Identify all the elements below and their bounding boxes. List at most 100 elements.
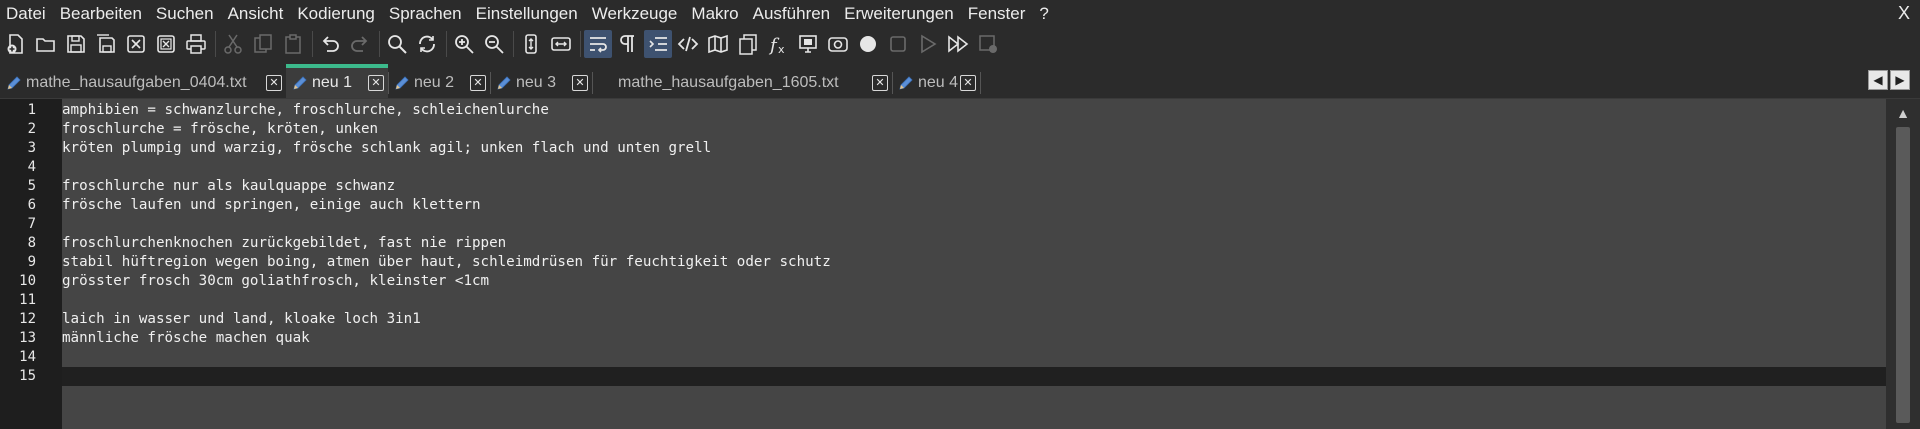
editor-line: froschlurchenknochen zurückgebildet, fas…: [62, 235, 507, 251]
word-wrap-button[interactable]: [584, 30, 612, 58]
new-file-button[interactable]: [2, 30, 30, 58]
tab-label: neu 3: [516, 74, 557, 91]
editor-line: frösche laufen und springen, einige auch…: [62, 197, 481, 213]
open-file-button[interactable]: [32, 30, 60, 58]
redo-button[interactable]: [346, 30, 374, 58]
undo-button[interactable]: [316, 30, 344, 58]
line-number: 6: [27, 197, 36, 213]
line-number: 10: [19, 273, 36, 289]
record-macro-icon: [860, 36, 876, 52]
save-icon: [67, 35, 85, 53]
undo-icon: [322, 36, 339, 52]
save-button[interactable]: [62, 30, 90, 58]
editor: 1 2 3 4 5 6 7 8 9 10 11 12 13 14 15 amphibien = schwan…: [0, 99, 1920, 429]
eye-button[interactable]: [824, 30, 852, 58]
close-button[interactable]: [122, 30, 150, 58]
menu-datei[interactable]: Datei: [0, 0, 53, 27]
word-wrap-icon: [590, 37, 607, 53]
current-line-highlight: [62, 367, 1886, 386]
open-file-icon: [36, 38, 55, 52]
find-button[interactable]: [383, 30, 411, 58]
run-macro-multiple-button[interactable]: [944, 30, 972, 58]
replace-icon: [419, 35, 435, 53]
tab-neu-3[interactable]: neu 3 ✕: [490, 68, 592, 98]
menu-help[interactable]: ?: [1032, 0, 1055, 27]
tab-label: neu 2: [414, 74, 455, 91]
toolbar-separator: [215, 31, 216, 57]
menu-werkzeuge[interactable]: Werkzeuge: [585, 0, 685, 27]
sync-horizontal-button[interactable]: [547, 30, 575, 58]
replace-button[interactable]: [413, 30, 441, 58]
editor-line: grösster frosch 30cm goliathfrosch, klei…: [62, 273, 490, 289]
tab-scroll-left-button[interactable]: ◀: [1868, 70, 1888, 90]
paste-icon: [285, 34, 301, 54]
pencil-icon: [7, 76, 21, 90]
tab-neu-2[interactable]: neu 2 ✕: [388, 68, 490, 98]
tab-close-icon[interactable]: ✕: [960, 75, 976, 91]
record-macro-button[interactable]: [854, 30, 882, 58]
tab-close-icon[interactable]: ✕: [266, 75, 282, 91]
indent-guide-button[interactable]: [644, 30, 672, 58]
window-close-button[interactable]: X: [1898, 0, 1910, 27]
tab-mathe-hausaufgaben-0404-txt[interactable]: mathe_hausaufgaben_0404.txt ✕: [0, 68, 286, 98]
scroll-thumb[interactable]: [1896, 127, 1910, 423]
function-list-button[interactable]: fx: [764, 30, 792, 58]
menu-ausführen[interactable]: Ausführen: [746, 0, 838, 27]
save-macro-button[interactable]: [974, 30, 1002, 58]
line-number: 4: [27, 159, 36, 175]
line-number: 1: [27, 102, 36, 118]
document-list-button[interactable]: [734, 30, 762, 58]
sync-vertical-button[interactable]: [517, 30, 545, 58]
pencil-icon: [293, 76, 307, 90]
menu-fenster[interactable]: Fenster: [961, 0, 1033, 27]
tab-close-icon[interactable]: ✕: [368, 75, 384, 91]
save-all-button[interactable]: [92, 30, 120, 58]
xml-tags-button[interactable]: [674, 30, 702, 58]
line-number: 13: [19, 330, 36, 346]
stop-recording-button[interactable]: [884, 30, 912, 58]
paste-button[interactable]: [279, 30, 307, 58]
menu-sprachen[interactable]: Sprachen: [382, 0, 469, 27]
cut-button[interactable]: [219, 30, 247, 58]
menu-erweiterungen[interactable]: Erweiterungen: [837, 0, 961, 27]
menu-einstellungen[interactable]: Einstellungen: [469, 0, 585, 27]
toolbar-separator: [446, 31, 447, 57]
line-number: 15: [19, 368, 36, 384]
zoom-in-button[interactable]: [450, 30, 478, 58]
menu-kodierung[interactable]: Kodierung: [290, 0, 382, 27]
play-macro-button[interactable]: [914, 30, 942, 58]
tab-close-icon[interactable]: ✕: [572, 75, 588, 91]
editor-line: amphibien = schwanzlurche, froschlurche,…: [62, 102, 549, 118]
editor-line: stabil hüftregion wegen boing, atmen übe…: [62, 254, 831, 270]
menu-makro[interactable]: Makro: [684, 0, 745, 27]
tab-neu-1[interactable]: neu 1 ✕: [286, 64, 388, 98]
scroll-up-arrow[interactable]: ▲: [1893, 103, 1913, 123]
tab-mathe-hausaufgaben-1605-txt[interactable]: mathe_hausaufgaben_1605.txt ✕: [592, 68, 892, 98]
zoom-out-icon: [485, 35, 504, 54]
save-macro-icon: [979, 35, 997, 53]
save-all-icon: [97, 34, 115, 53]
monitoring-button[interactable]: [794, 30, 822, 58]
tab-neu-4[interactable]: neu 4 ✕: [892, 68, 980, 98]
zoom-out-button[interactable]: [480, 30, 508, 58]
toolbar-separator: [312, 31, 313, 57]
zoom-in-icon: [455, 35, 474, 54]
text-area[interactable]: amphibien = schwanzlurche, froschlurche,…: [62, 99, 1886, 429]
svg-text:x: x: [778, 43, 785, 55]
menu-bearbeiten[interactable]: Bearbeiten: [53, 0, 149, 27]
tab-close-icon[interactable]: ✕: [872, 75, 888, 91]
close-all-button[interactable]: [152, 30, 180, 58]
line-number: 3: [27, 140, 36, 156]
menu-suchen[interactable]: Suchen: [149, 0, 221, 27]
vertical-scrollbar[interactable]: ▲: [1886, 99, 1920, 429]
print-button[interactable]: [182, 30, 210, 58]
tab-close-icon[interactable]: ✕: [470, 75, 486, 91]
line-number: 7: [27, 216, 36, 232]
tab-scroll-right-button[interactable]: ▶: [1890, 70, 1910, 90]
menu-ansicht[interactable]: Ansicht: [221, 0, 291, 27]
pencil-icon: [497, 76, 511, 90]
document-map-button[interactable]: [704, 30, 732, 58]
show-all-characters-button[interactable]: [614, 30, 642, 58]
indent-guide-icon: [649, 37, 667, 51]
copy-button[interactable]: [249, 30, 277, 58]
